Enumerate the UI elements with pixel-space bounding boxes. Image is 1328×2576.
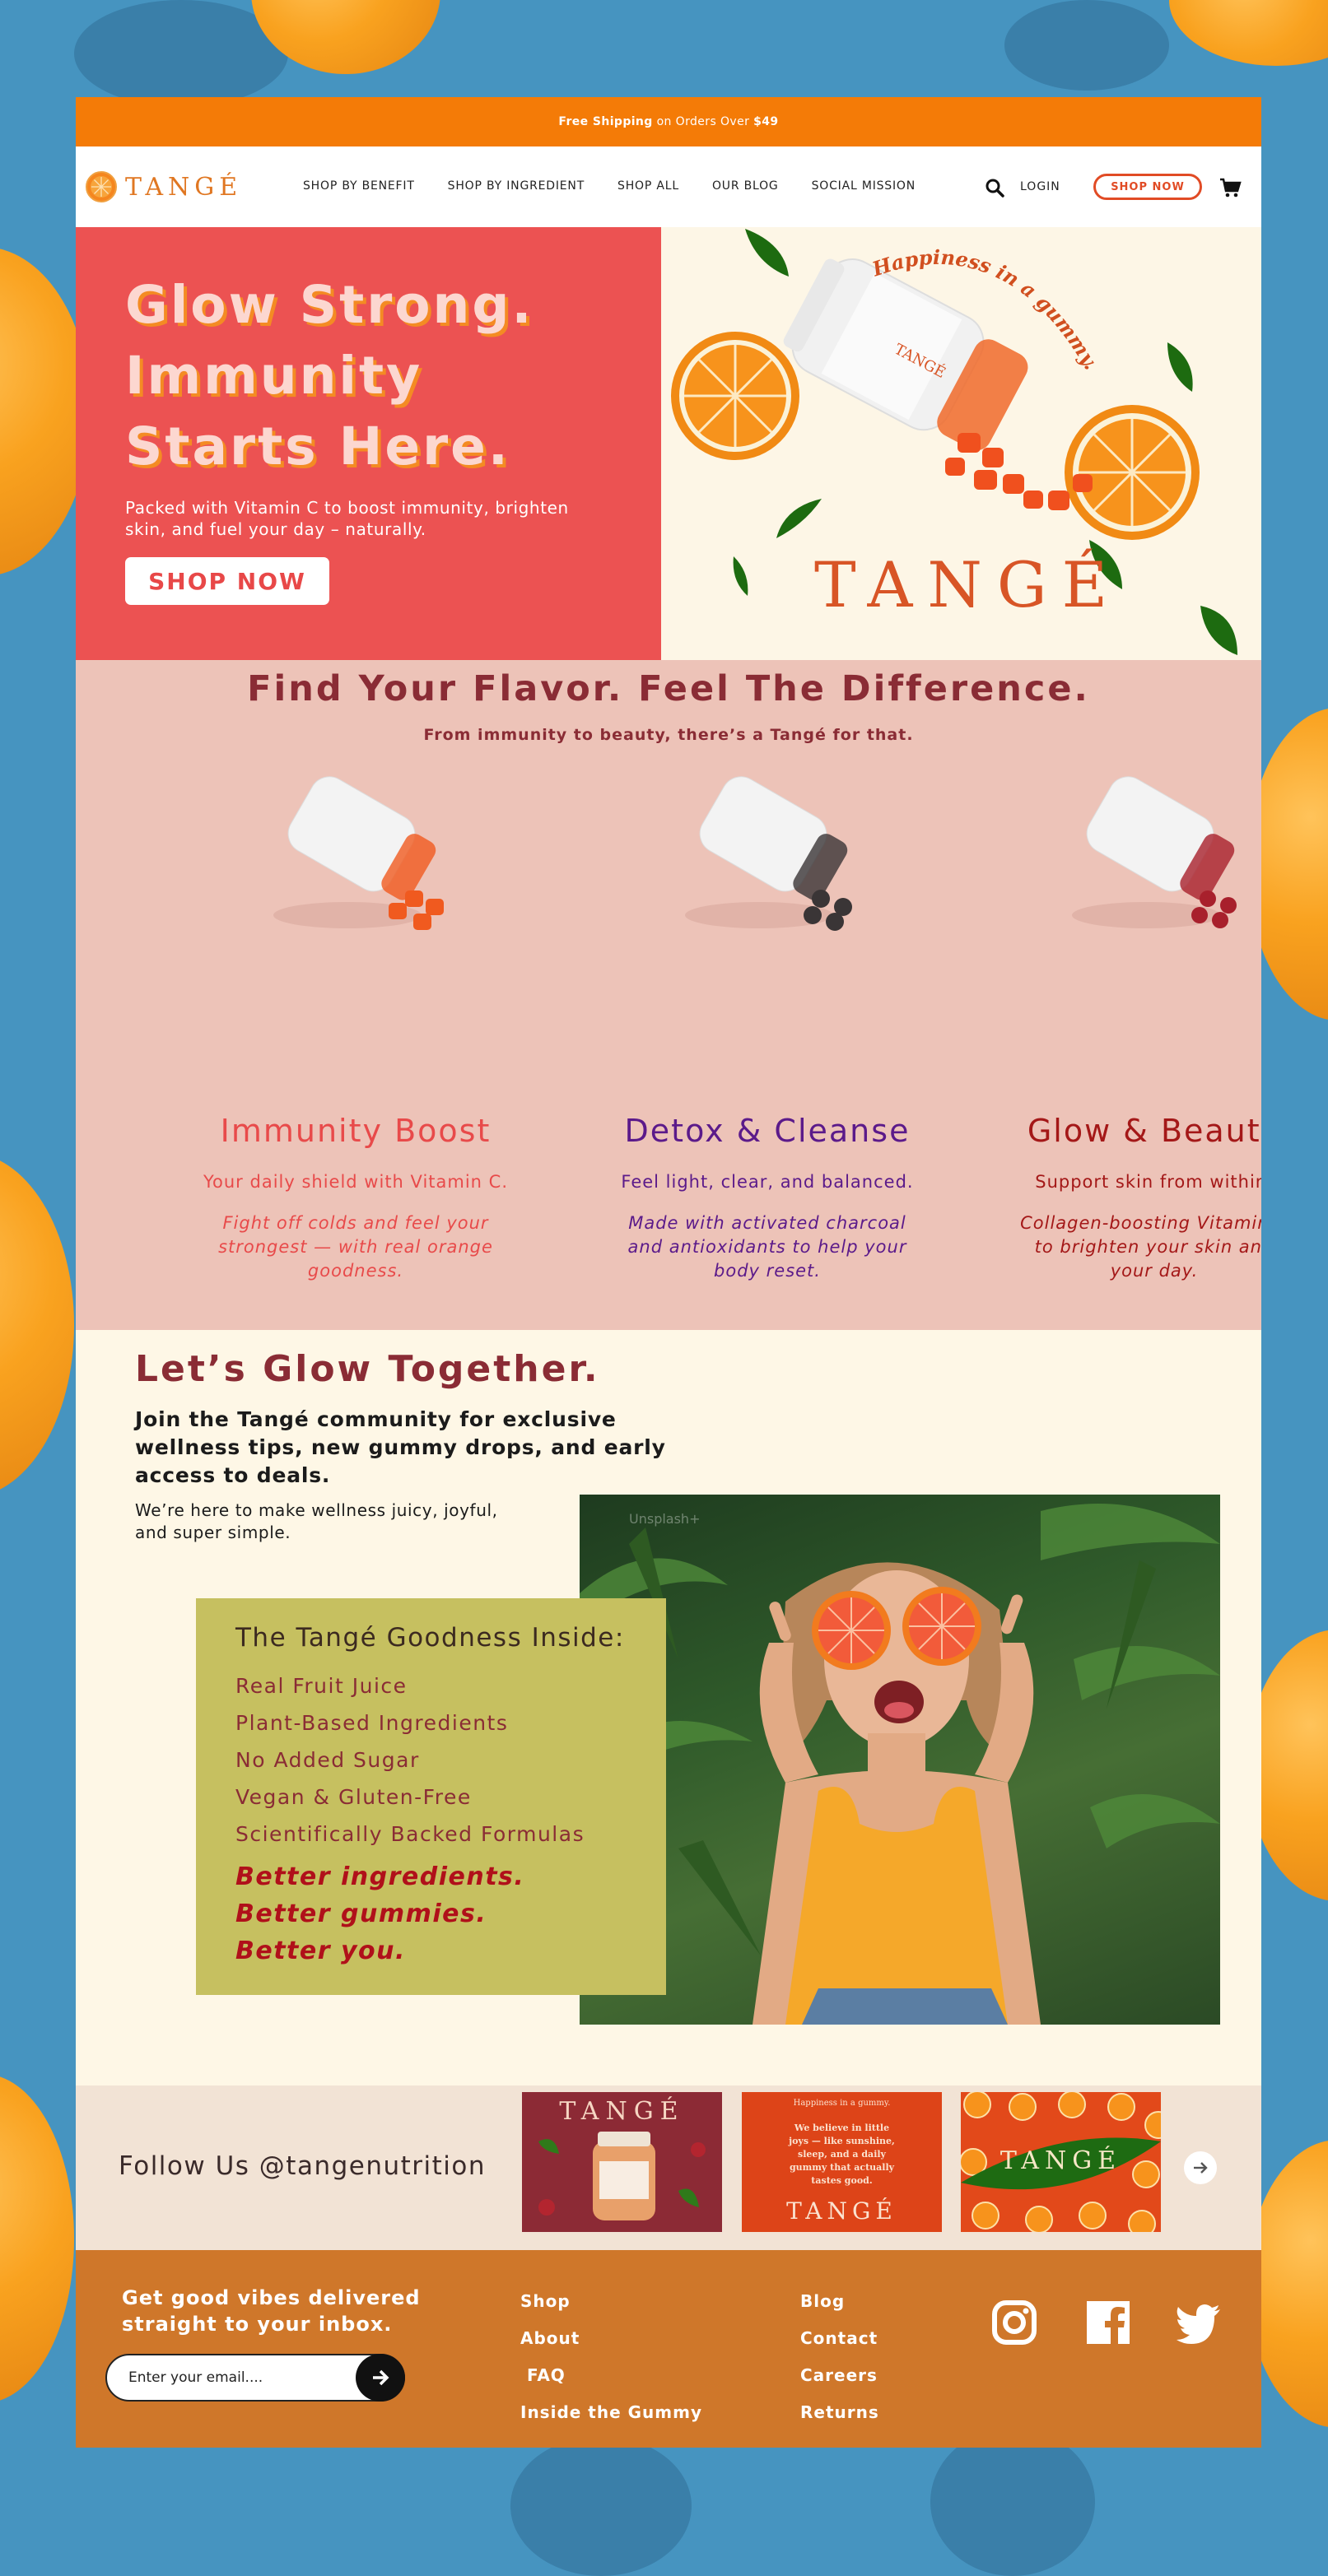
flavors-title: Find Your Flavor. Feel The Difference. [247,668,1090,709]
facebook-icon[interactable] [1083,2298,1133,2347]
footer-link-shop[interactable]: Shop [520,2283,702,2320]
nav-item-shop-all[interactable]: SHOP ALL [617,179,679,193]
goodness-list: Real Fruit Juice Plant-Based Ingredients… [235,1667,585,1853]
search-icon[interactable] [985,178,1004,198]
post-brand-text: TANGÉ [999,2146,1122,2175]
instagram-post[interactable]: Happiness in a gummy. We believe in litt… [742,2092,942,2232]
flavors-section: Find Your Flavor. Feel The Difference. F… [76,660,1261,1330]
community-section: Let’s Glow Together. Join the Tangé comm… [76,1330,1261,2085]
logo-text: TANGÉ [125,172,243,202]
flavors-subtitle: From immunity to beauty, there’s a Tangé… [423,726,914,744]
community-title: Let’s Glow Together. [135,1348,600,1390]
email-input[interactable] [127,2369,344,2387]
flavor-name[interactable]: Detox & Cleanse [594,1113,940,1149]
footer-links-company: Blog Contact Careers Returns [800,2283,879,2431]
gummy-bottle-image [1072,776,1237,928]
flavor-description: Fight off colds and feel your strongest … [218,1213,493,1281]
flavor-tagline: Support skin from within. [1035,1172,1261,1192]
leaf-icon [733,556,748,596]
instagram-icon[interactable] [990,2298,1039,2347]
instagram-post[interactable]: TANGÉ [522,2092,722,2232]
better-line: Better you. [235,1937,406,1965]
announcement-bar: Free Shipping on Orders Over $49 [76,97,1261,146]
logo[interactable]: TANGÉ [86,171,242,202]
announcement-prefix: Free Shipping [558,115,653,128]
footer-link-blog[interactable]: Blog [800,2283,879,2320]
flavor-tagline: Your daily shield with Vitamin C. [203,1172,508,1192]
gummy-jar-image [538,2132,706,2220]
page: Free Shipping on Orders Over $49 TANGÉ S… [76,97,1261,2448]
goodness-item: Plant-Based Ingredients [235,1711,509,1735]
hero-image: TANGÉ Happiness in a gummy. TANGÉ [661,227,1261,660]
goodness-title: The Tangé Goodness Inside: [235,1623,625,1653]
better-line: Better gummies. [235,1899,487,1928]
hero-title-line-1: Glow Strong. [125,275,534,335]
arrow-right-icon [373,2369,389,2386]
orange-logo-icon [86,171,117,202]
goodness-item: Vegan & Gluten-Free [235,1785,472,1809]
leaf-icon [776,499,822,538]
footer-links-shop: Shop About FAQ Inside the Gummy [520,2283,702,2431]
hero-title: Glow Strong. Immunity Starts Here. [125,270,652,482]
photo-watermark: Unsplash+ [629,1511,701,1527]
gummy-bottle-image [273,776,444,930]
flavor-tagline: Feel light, clear, and balanced. [621,1172,914,1192]
main-nav: TANGÉ SHOP BY BENEFIT SHOP BY INGREDIENT… [76,146,1261,227]
footer: Get good vibes delivered straight to you… [76,2250,1261,2448]
footer-link-returns[interactable]: Returns [800,2394,879,2431]
nav-item-social-mission[interactable]: SOCIAL MISSION [812,179,916,193]
community-description: We’re here to make wellness juicy, joyfu… [135,1500,498,1542]
post-message: We believe in little joys — like sunshine… [789,2123,895,2186]
better-line: Better ingredients. [235,1862,525,1891]
cart-icon[interactable] [1218,176,1242,199]
goodness-card: The Tangé Goodness Inside: Real Fruit Ju… [196,1598,666,1995]
login-link[interactable]: LOGIN [1020,180,1060,193]
carousel-next-button[interactable] [1184,2151,1217,2184]
hero-shop-now-button[interactable]: SHOP NOW [125,557,329,605]
leaf-icon [1167,342,1193,392]
hero-brand-text: TANGÉ [814,548,1123,621]
leaf-icon [745,229,789,277]
instagram-post[interactable]: TANGÉ [961,2092,1161,2232]
post-brand-text: TANGÉ [786,2197,897,2225]
twitter-icon[interactable] [1174,2298,1223,2347]
hero-panel: Glow Strong. Immunity Starts Here. Packe… [76,227,661,660]
woman-with-oranges-photo: Unsplash+ [580,1495,1220,2025]
flavor-description: Made with activated charcoal and antioxi… [627,1213,907,1281]
flavor-name[interactable]: Glow & Beauty [981,1113,1261,1149]
gummy-bottle-image [685,776,852,931]
flavor-description: Collagen-boosting Vitamin C to brighten … [1020,1213,1261,1281]
orange-slice-icon [1065,405,1200,540]
leaf-icon [1200,606,1237,655]
goodness-item: No Added Sugar [235,1748,420,1772]
goodness-item: Scientifically Backed Formulas [235,1822,585,1846]
nav-links: SHOP BY BENEFIT SHOP BY INGREDIENT SHOP … [303,179,948,193]
nav-item-shop-by-benefit[interactable]: SHOP BY BENEFIT [303,179,415,193]
footer-link-contact[interactable]: Contact [800,2320,879,2357]
community-join-text: Join the Tangé community for exclusive w… [135,1407,666,1487]
nav-shop-now-button[interactable]: SHOP NOW [1093,174,1202,200]
hero-subtitle: Packed with Vitamin C to boost immunity,… [125,498,569,539]
orange-slice-icon [671,332,799,460]
better-slogan: Better ingredients. Better gummies. Bett… [235,1858,524,1969]
footer-link-inside-the-gummy[interactable]: Inside the Gummy [520,2394,702,2431]
newsletter-heading: Get good vibes delivered straight to you… [122,2286,421,2336]
nav-item-our-blog[interactable]: OUR BLOG [712,179,779,193]
newsletter-submit-button[interactable] [356,2354,405,2402]
footer-link-about[interactable]: About [520,2320,702,2357]
follow-handle[interactable]: Follow Us @tangenutrition [119,2151,486,2181]
instagram-feed-section: Follow Us @tangenutrition TANGÉ Happines… [76,2085,1261,2250]
arrow-right-icon [1194,2162,1208,2174]
goodness-item: Real Fruit Juice [235,1674,408,1698]
hero-title-line-3: Starts Here. [125,416,510,477]
nav-item-shop-by-ingredient[interactable]: SHOP BY INGREDIENT [448,179,585,193]
newsletter-form [105,2354,405,2402]
footer-link-careers[interactable]: Careers [800,2357,879,2394]
announcement-middle: on Orders Over [652,115,754,128]
flavor-name[interactable]: Immunity Boost [183,1113,529,1149]
hero-title-line-2: Immunity [125,346,423,406]
footer-link-faq[interactable]: FAQ [520,2357,702,2394]
announcement-amount: $49 [753,115,779,128]
post-small-text: Happiness in a gummy. [793,2099,891,2108]
